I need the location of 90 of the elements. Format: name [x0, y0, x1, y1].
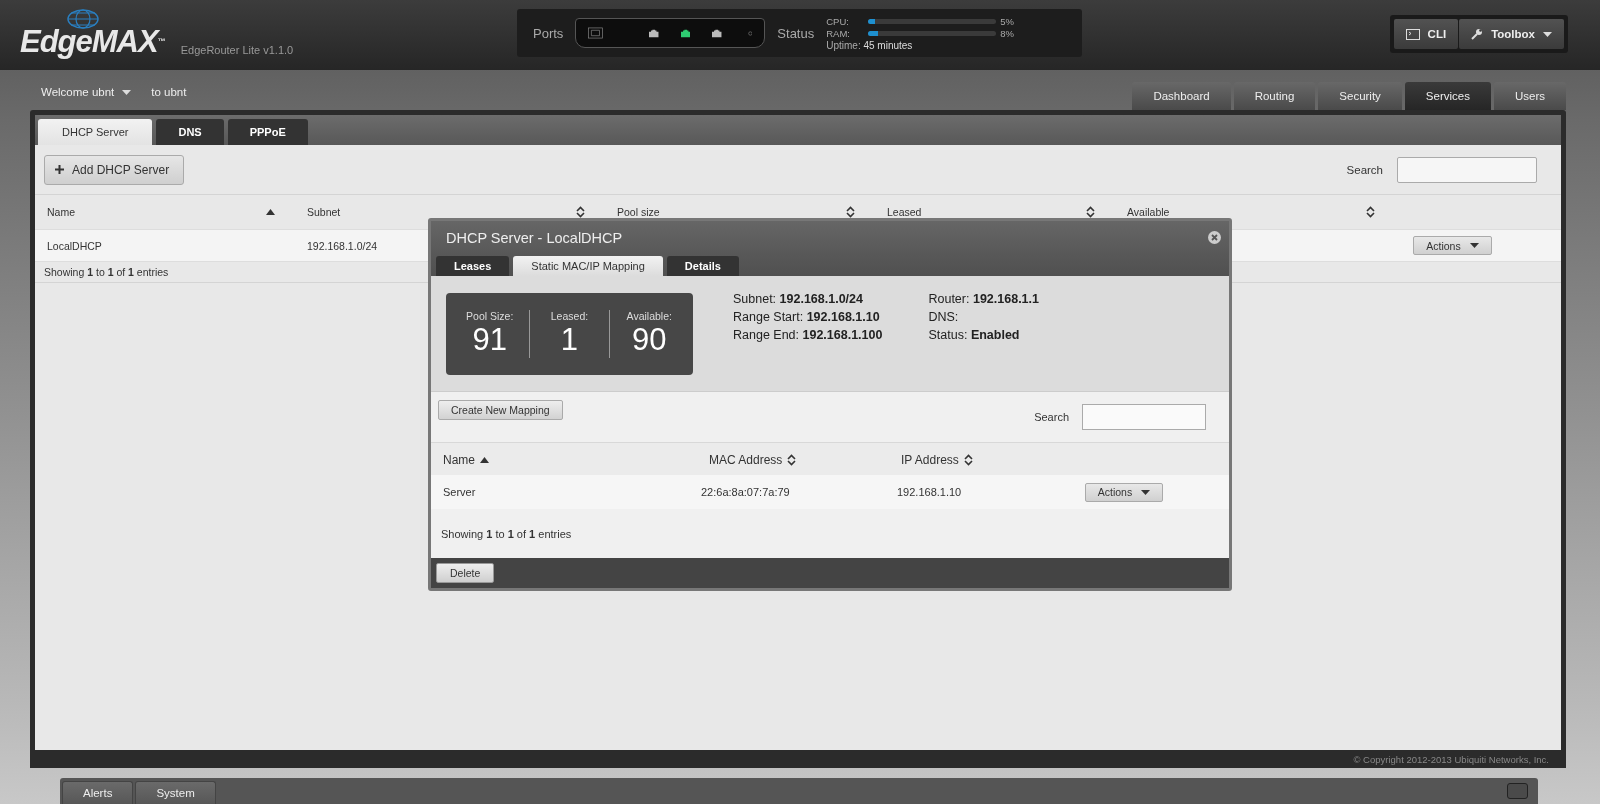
- meter-label: CPU:: [826, 15, 850, 27]
- stat-value: 90: [632, 321, 667, 358]
- copyright: © Copyright 2012-2013 Ubiquiti Networks, Inc.: [1353, 753, 1549, 765]
- user-menu[interactable]: Welcome ubnt: [41, 86, 132, 98]
- search-field[interactable]: [1397, 156, 1537, 183]
- ports-label: Ports: [533, 25, 564, 41]
- column-header[interactable]: Pool size: [605, 195, 875, 229]
- detail-value: 192.168.1.1: [972, 292, 1039, 306]
- detail-label: Router:: [928, 292, 970, 306]
- table-cell-text: 192.168.1.10: [896, 486, 963, 498]
- detail-value: Enabled: [970, 328, 1020, 342]
- bottom-tab[interactable]: System: [135, 781, 216, 804]
- globe-icon: [66, 8, 100, 30]
- table-cell-text: LocalDHCP: [46, 239, 103, 252]
- plus-icon: [55, 165, 64, 174]
- stat-value: 1: [560, 321, 579, 358]
- sort-ascending-icon[interactable]: [480, 457, 489, 463]
- column-header[interactable]: Leased: [875, 195, 1115, 229]
- nav-tab[interactable]: Users: [1493, 82, 1566, 110]
- stat-value: 91: [472, 321, 507, 358]
- uptime-label: Uptime:: [826, 39, 861, 51]
- sort-icon[interactable]: [846, 206, 855, 218]
- sort-icon[interactable]: [576, 206, 585, 218]
- detail-value: 192.168.1.0/24: [779, 292, 863, 306]
- column-header[interactable]: Available: [1115, 195, 1395, 229]
- table-cell-text: Server: [442, 486, 477, 498]
- nav-tab[interactable]: Security: [1318, 82, 1402, 110]
- add-server-button[interactable]: Add DHCP Server: [44, 154, 185, 185]
- close-icon[interactable]: [1208, 231, 1221, 244]
- nav-tab[interactable]: Routing: [1233, 82, 1316, 110]
- column-header[interactable]: Subnet: [295, 195, 605, 229]
- caret-icon: [1543, 31, 1552, 37]
- panel-toggle-button[interactable]: [1507, 783, 1528, 799]
- column-header[interactable]: Name: [35, 195, 295, 229]
- sub-tab[interactable]: DHCP Server: [38, 119, 153, 145]
- entries-info: Showing 1 to 1 of 1 entries: [44, 266, 169, 278]
- device-model: EdgeRouter Lite v1.1.0: [180, 44, 294, 58]
- sub-tab[interactable]: PPPoE: [227, 119, 308, 145]
- create-mapping-button[interactable]: Create New Mapping: [438, 400, 563, 420]
- bottom-tab[interactable]: Alerts: [62, 781, 134, 804]
- dialog-tab[interactable]: Details: [666, 256, 739, 276]
- status-label: Status: [777, 25, 815, 41]
- detail-label: Range Start:: [733, 310, 804, 324]
- meter-reading: 8%: [1000, 27, 1015, 39]
- search-label: Search: [1034, 411, 1069, 423]
- search-label: Search: [1346, 163, 1383, 176]
- sub-tab[interactable]: DNS: [156, 119, 224, 145]
- caret-icon: [1469, 243, 1479, 248]
- detail-label: DNS:: [928, 310, 959, 324]
- meter-reading: 5%: [1000, 15, 1015, 27]
- terminal-icon: [1405, 28, 1420, 40]
- detail-value: 192.168.1.100: [802, 328, 883, 342]
- nav-tab[interactable]: Services: [1404, 82, 1491, 110]
- brand-logo: EdgeMAX$^{™}$: [20, 26, 165, 58]
- dialog-tab[interactable]: Leases: [436, 256, 510, 276]
- search-field[interactable]: [1082, 404, 1206, 430]
- sort-icon[interactable]: [963, 454, 973, 466]
- stat-label: Pool Size:: [466, 309, 514, 322]
- delete-button[interactable]: Delete: [436, 563, 495, 583]
- nav-tab[interactable]: Dashboard: [1132, 82, 1231, 110]
- column-header[interactable]: IP Address: [901, 453, 973, 467]
- table-cell-text: 192.168.1.0/24: [306, 239, 379, 252]
- stat-label: Leased:: [550, 309, 589, 322]
- sort-icon[interactable]: [787, 454, 797, 466]
- detail-label: Subnet:: [733, 292, 777, 306]
- sort-ascending-icon[interactable]: [266, 209, 275, 215]
- uptime-value: 45 minutes: [863, 39, 913, 51]
- toolbox-button[interactable]: Toolbox: [1459, 19, 1564, 49]
- column-header[interactable]: MAC Address: [709, 453, 797, 467]
- stat-label: Available:: [626, 309, 672, 322]
- detail-label: Range End:: [733, 328, 800, 342]
- cli-button[interactable]: CLI: [1393, 19, 1459, 49]
- led-icon: [747, 29, 753, 37]
- wrench-icon: [1471, 28, 1484, 40]
- table-cell-text: 22:6a:8a:07:7a:79: [700, 486, 791, 498]
- actions-button[interactable]: Actions: [1413, 236, 1492, 255]
- sort-icon[interactable]: [1366, 206, 1375, 218]
- caret-icon: [122, 89, 132, 95]
- dialog-tab[interactable]: Static MAC/IP Mapping: [513, 256, 663, 276]
- actions-button[interactable]: Actions: [1085, 482, 1163, 502]
- entries-info: Showing 1 to 1 of 1 entries: [441, 527, 572, 540]
- user-target: to ubnt: [151, 86, 187, 98]
- column-header[interactable]: Name: [443, 453, 489, 467]
- detail-value: 192.168.1.10: [806, 310, 880, 324]
- dialog-title: DHCP Server - LocalDHCP: [446, 229, 623, 246]
- sort-icon[interactable]: [1086, 206, 1095, 218]
- caret-icon: [1141, 489, 1151, 495]
- detail-label: Status:: [928, 328, 968, 342]
- meter-label: RAM:: [826, 27, 851, 39]
- console-port-icon: [588, 25, 604, 41]
